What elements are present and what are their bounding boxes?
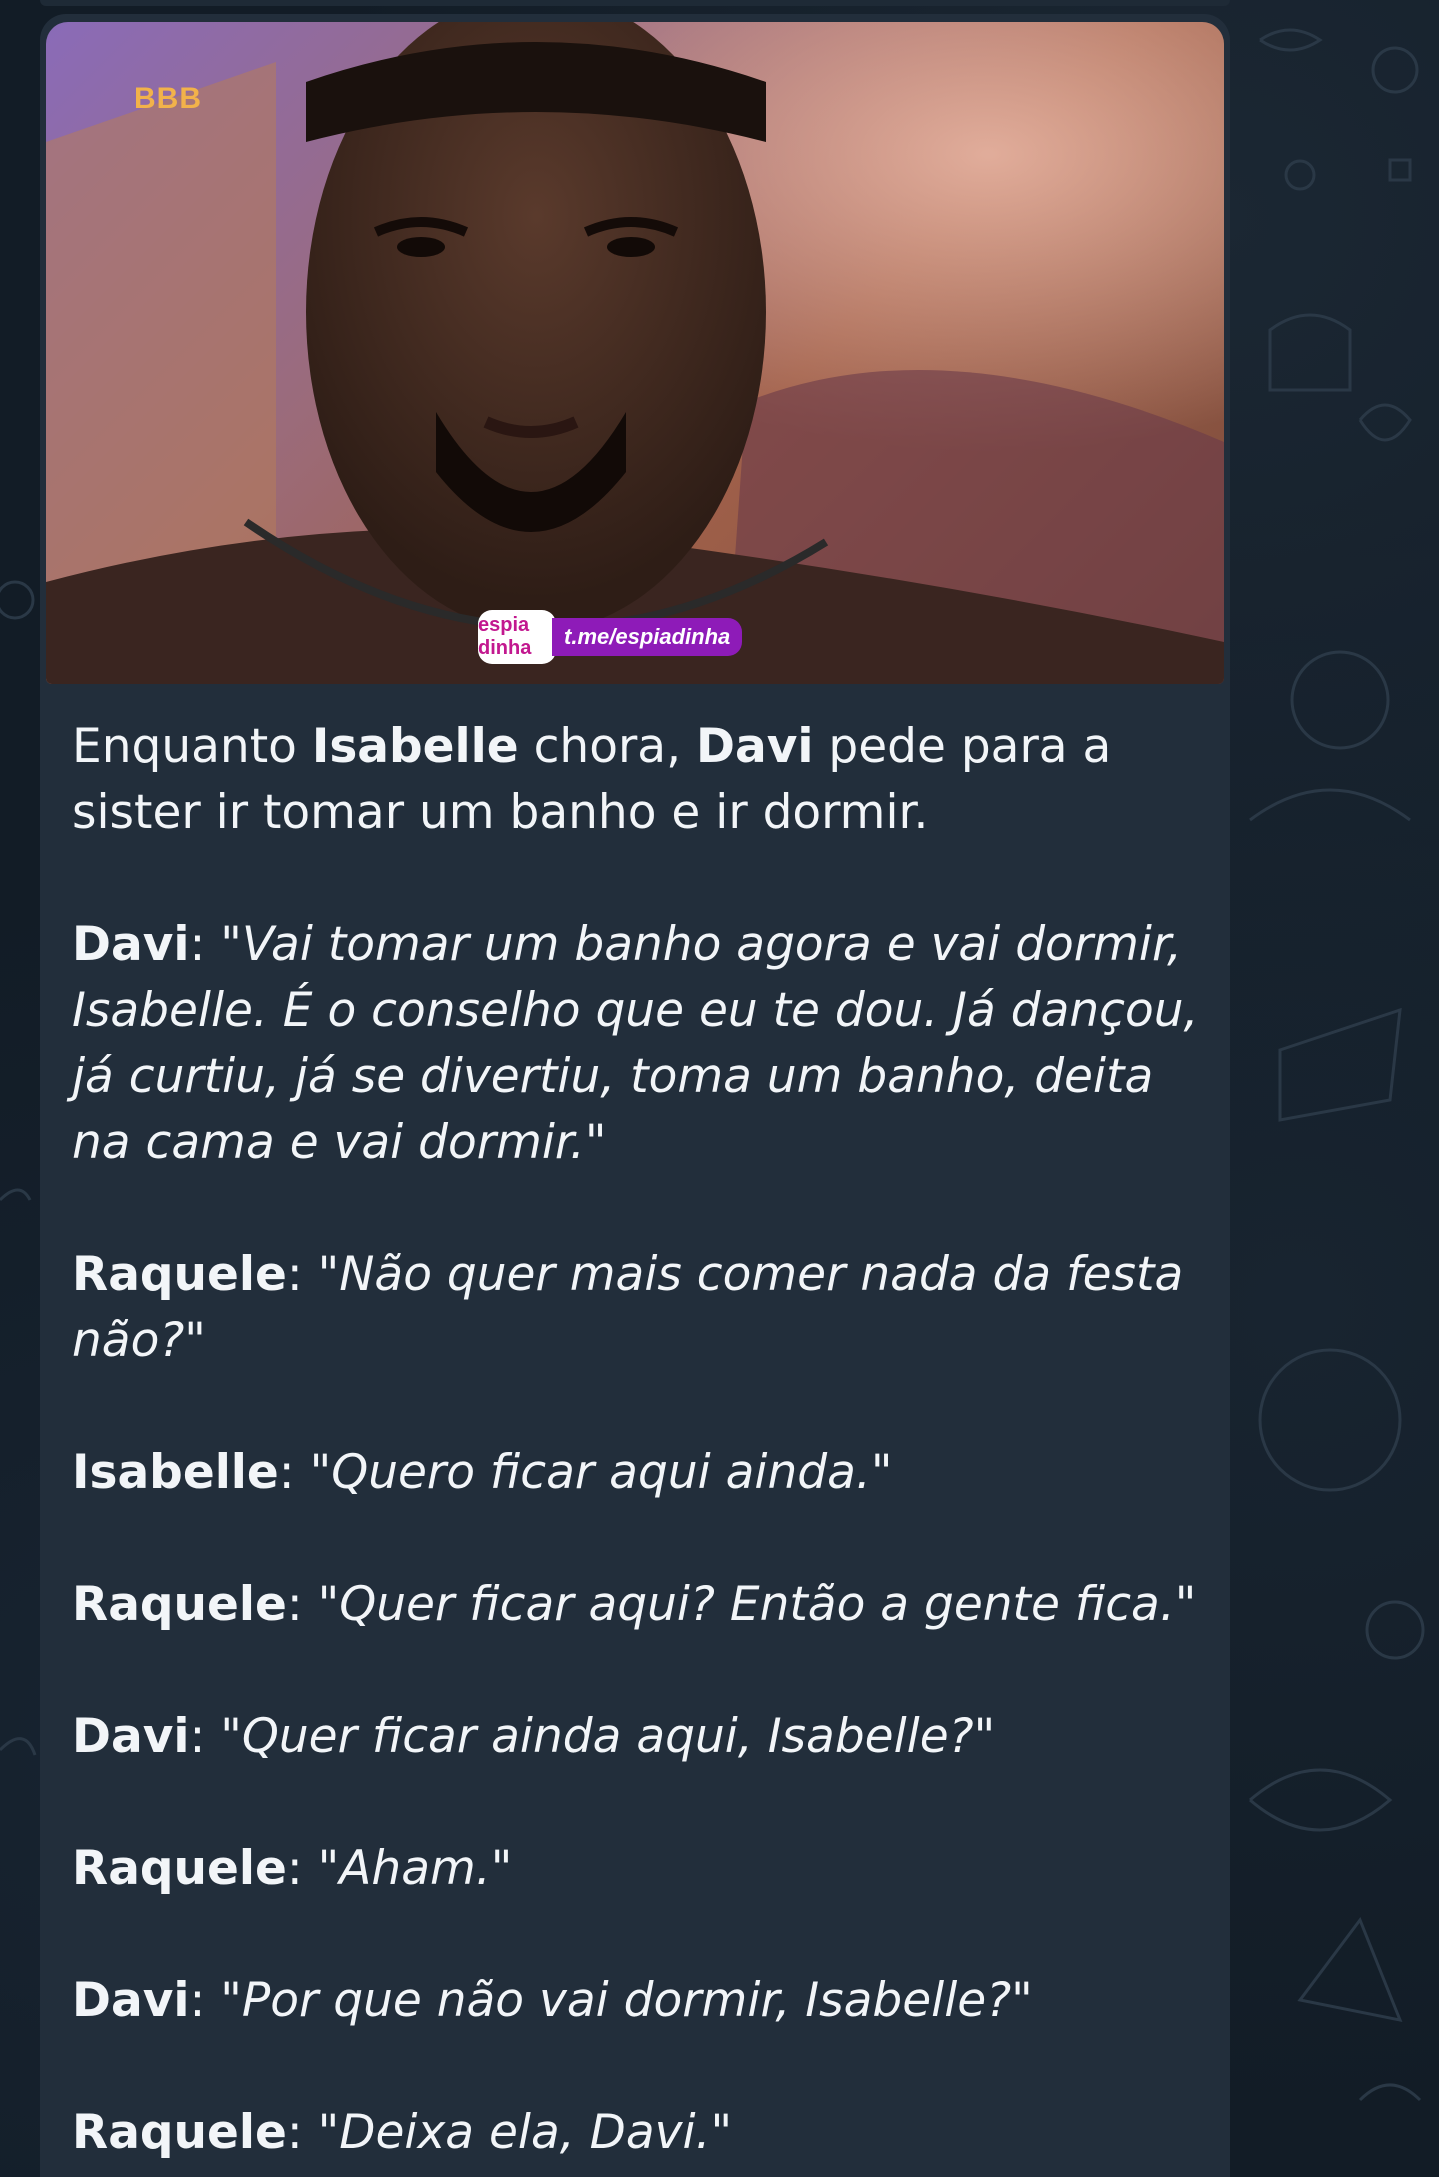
speaker-name: Raquele — [72, 2105, 287, 2160]
previous-message-edge — [40, 0, 1230, 6]
speaker-name: Davi — [72, 1973, 190, 2028]
dialogue-line: Isabelle: "Quero ficar aqui ainda." — [72, 1440, 1202, 1506]
dialogue-quote: "Quer ficar ainda aqui, Isabelle?" — [220, 1709, 996, 1764]
dialogue-line: Raquele: "Deixa ela, Davi." — [72, 2100, 1202, 2166]
dialogue-line: Raquele: "Aham." — [72, 1836, 1202, 1902]
dialogue-line: Davi: "Quer ficar ainda aqui, Isabelle?" — [72, 1704, 1202, 1770]
intro-paragraph: Enquanto Isabelle chora, Davi pede para … — [72, 714, 1202, 846]
dialogue-quote: "Por que não vai dormir, Isabelle?" — [220, 1973, 1033, 2028]
line-separator: : — [278, 1445, 310, 1500]
dialogue-quote: "Vai tomar um banho agora e vai dormir, … — [72, 917, 1199, 1170]
intro-name-isabelle: Isabelle — [311, 719, 519, 774]
message-photo[interactable]: BBB espia dinha t.me/espiadinha — [46, 22, 1224, 684]
speaker-name: Raquele — [72, 1577, 287, 1632]
speaker-name: Davi — [72, 1709, 190, 1764]
intro-name-davi: Davi — [695, 719, 814, 774]
dialogue-quote: "Aham." — [317, 1841, 513, 1896]
watermark-badge: espia dinha — [478, 610, 556, 664]
line-separator: : — [189, 917, 221, 972]
intro-text: chora, — [518, 719, 696, 774]
line-separator: : — [286, 1841, 318, 1896]
watermark: espia dinha t.me/espiadinha — [478, 610, 743, 664]
line-separator: : — [189, 1973, 221, 2028]
message-text: Enquanto Isabelle chora, Davi pede para … — [72, 714, 1202, 2166]
photo-illustration — [46, 22, 1224, 684]
speaker-name: Raquele — [72, 1247, 287, 1302]
line-separator: : — [286, 1577, 318, 1632]
speaker-name: Isabelle — [72, 1445, 279, 1500]
dialogue-line: Raquele: "Quer ficar aqui? Então a gente… — [72, 1572, 1202, 1638]
channel-logo: BBB — [134, 82, 202, 115]
line-separator: : — [189, 1709, 221, 1764]
line-separator: : — [286, 1247, 318, 1302]
dialogue-line: Davi: "Vai tomar um banho agora e vai do… — [72, 912, 1202, 1176]
watermark-link: t.me/espiadinha — [552, 618, 743, 656]
intro-text: Enquanto — [72, 719, 312, 774]
dialogue-quote: "Deixa ela, Davi." — [317, 2105, 733, 2160]
dialogue-line: Davi: "Por que não vai dormir, Isabelle?… — [72, 1968, 1202, 2034]
speaker-name: Raquele — [72, 1841, 287, 1896]
speaker-name: Davi — [72, 917, 190, 972]
dialogue-quote: "Quero ficar aqui ainda." — [309, 1445, 893, 1500]
message-bubble[interactable]: BBB espia dinha t.me/espiadinha Enquanto… — [40, 14, 1230, 2177]
dialogue-line: Raquele: "Não quer mais comer nada da fe… — [72, 1242, 1202, 1374]
line-separator: : — [286, 2105, 318, 2160]
dialogue-quote: "Quer ficar aqui? Então a gente fica." — [317, 1577, 1197, 1632]
